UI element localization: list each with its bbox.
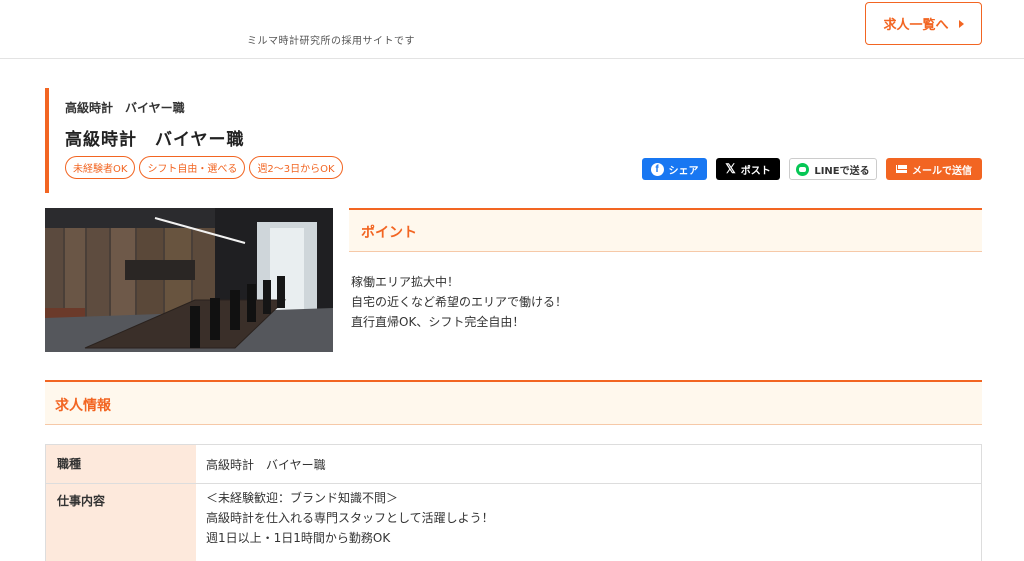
point-list: 稼働エリア拡大中！ 自宅の近くなど希望のエリアで働ける！ 直行直帰OK、シフト完… — [351, 272, 567, 332]
meeting-room-image — [45, 208, 333, 352]
job-subtitle: 高級時計 バイヤー職 — [65, 101, 185, 115]
mail-share-label: メールで送信 — [912, 165, 972, 177]
site-tagline: ミルマ時計研究所の採用サイトです — [247, 36, 415, 47]
line-share-label: LINEで送る — [814, 165, 870, 177]
point-line: 稼働エリア拡大中！ — [351, 275, 460, 289]
x-icon: 𝕏 — [725, 161, 736, 176]
facebook-icon: f — [650, 162, 664, 176]
row-value-job-description: ＜未経験歓迎：ブランド知識不問＞ 高級時計を仕入れる専門スタッフとして活躍しよう… — [196, 484, 981, 561]
tag-days-per-week: 週2〜3日からOK — [249, 156, 343, 179]
job-info-title: 求人情報 — [55, 398, 111, 414]
table-row: 仕事内容 ＜未経験歓迎：ブランド知識不問＞ 高級時計を仕入れる専門スタッフとして… — [46, 484, 981, 561]
line-share-button[interactable]: LINEで送る — [789, 158, 877, 180]
x-post-label: ポスト — [740, 165, 771, 177]
row-value-line: 高級時計を仕入れる専門スタッフとして活躍しよう！ — [206, 511, 494, 525]
office-photo — [45, 208, 333, 352]
mail-share-button[interactable]: メールで送信 — [886, 158, 982, 180]
site-header: ミルマ時計研究所の採用サイトです 求人一覧へ — [0, 0, 1024, 59]
job-tags: 未経験者OK シフト自由・選べる 週2〜3日からOK — [65, 156, 343, 179]
chevron-right-icon — [958, 19, 964, 28]
facebook-share-button[interactable]: f シェア — [642, 158, 707, 180]
mail-icon — [896, 165, 908, 173]
job-title: 高級時計 バイヤー職 — [65, 130, 245, 150]
job-list-button[interactable]: 求人一覧へ — [865, 2, 982, 45]
point-title: ポイント — [361, 225, 417, 241]
x-post-button[interactable]: 𝕏 ポスト — [716, 158, 780, 180]
table-row: 職種 高級時計 バイヤー職 — [46, 445, 981, 484]
tag-flexible-shift: シフト自由・選べる — [139, 156, 246, 179]
job-info-section-header: 求人情報 — [45, 380, 982, 425]
row-value-line: 週1日以上・1日1時間から勤務OK — [206, 531, 391, 545]
row-value-job-type: 高級時計 バイヤー職 — [196, 445, 981, 483]
job-list-button-label: 求人一覧へ — [883, 18, 949, 33]
row-label-job-type: 職種 — [46, 445, 196, 483]
tag-no-experience: 未経験者OK — [65, 156, 136, 179]
row-value-line: 高級時計 バイヤー職 — [206, 458, 326, 472]
facebook-share-label: シェア — [668, 165, 699, 177]
line-icon — [796, 162, 810, 176]
point-section-header: ポイント — [349, 208, 982, 252]
share-buttons: f シェア 𝕏 ポスト LINEで送る メールで送信 — [642, 158, 982, 180]
row-label-job-description: 仕事内容 — [46, 484, 196, 561]
point-line: 直行直帰OK、シフト完全自由！ — [351, 315, 525, 329]
point-line: 自宅の近くなど希望のエリアで働ける！ — [351, 295, 568, 309]
job-info-table: 職種 高級時計 バイヤー職 仕事内容 ＜未経験歓迎：ブランド知識不問＞ 高級時計… — [45, 444, 982, 561]
row-value-line: ＜未経験歓迎：ブランド知識不問＞ — [206, 491, 399, 505]
